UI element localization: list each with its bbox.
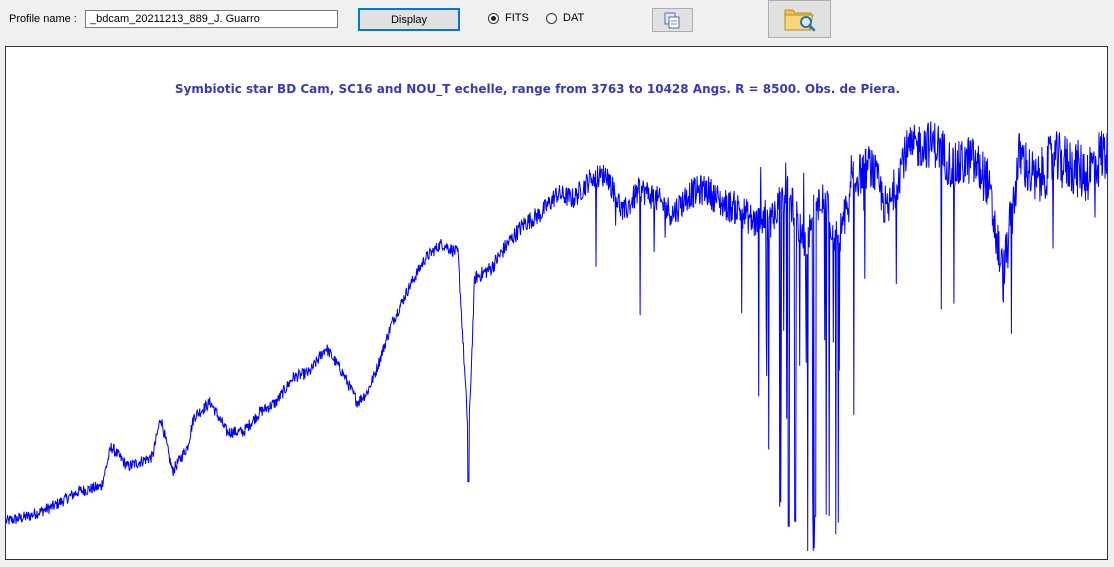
spectrum-plot: Symbiotic star BD Cam, SC16 and NOU_T ec… bbox=[5, 46, 1108, 560]
dat-radio-label: DAT bbox=[563, 12, 585, 24]
profile-name-label: Profile name : bbox=[9, 13, 77, 25]
dat-radio[interactable]: DAT bbox=[546, 12, 584, 24]
spectrum-chart bbox=[6, 121, 1107, 552]
fits-radio-circle[interactable] bbox=[488, 12, 499, 24]
spectrum-line bbox=[6, 121, 1107, 552]
dat-radio-circle[interactable] bbox=[546, 12, 557, 24]
open-file-button[interactable] bbox=[768, 0, 831, 38]
plot-title: Symbiotic star BD Cam, SC16 and NOU_T ec… bbox=[174, 82, 901, 96]
fits-radio[interactable]: FITS bbox=[488, 12, 529, 24]
profile-name-input[interactable] bbox=[85, 10, 338, 28]
fits-radio-label: FITS bbox=[505, 12, 529, 24]
folder-search-icon bbox=[784, 9, 816, 32]
toolbar: Profile name : Display FITS DAT bbox=[0, 0, 1114, 44]
copy-button[interactable] bbox=[652, 8, 693, 32]
display-button[interactable]: Display bbox=[358, 8, 460, 31]
copy-icon bbox=[664, 12, 680, 29]
